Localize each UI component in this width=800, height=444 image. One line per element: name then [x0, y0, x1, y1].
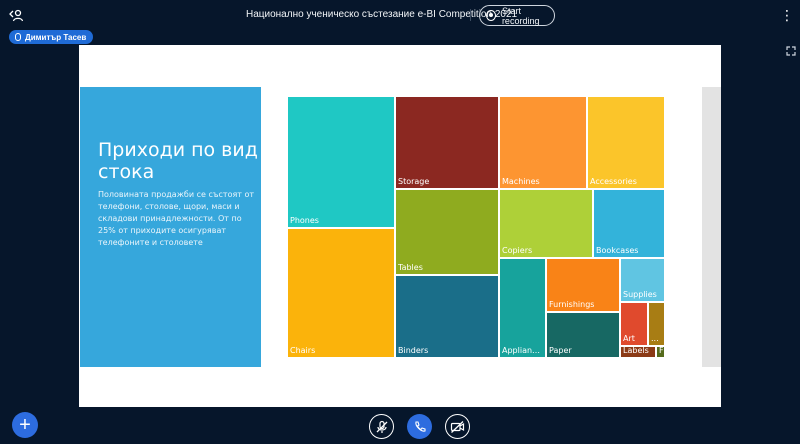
record-icon [486, 10, 496, 21]
treemap-tile-label: Furnishings [549, 300, 595, 309]
start-recording-label: Start recording [501, 5, 540, 26]
treemap-tile-label: ... [651, 334, 659, 343]
treemap-tile: ... [648, 302, 665, 346]
title-divider [470, 9, 471, 21]
treemap-tile: Accessories [587, 96, 665, 189]
treemap-tile-label: Applianc... [502, 346, 544, 355]
treemap-tile-label: Accessories [590, 177, 637, 186]
treemap-tile-label: F... [659, 346, 663, 355]
treemap-tile: Tables [395, 189, 499, 275]
camera-toggle-button[interactable] [445, 414, 470, 439]
treemap-tile-label: Paper [549, 346, 572, 355]
treemap-tile-label: Art [623, 334, 635, 343]
start-recording-button[interactable]: Start recording [479, 5, 555, 26]
treemap-tile-label: Tables [398, 263, 423, 272]
microphone-toggle-button[interactable] [369, 414, 394, 439]
treemap-tile: Applianc... [499, 258, 546, 358]
treemap-tile-label: Machines [502, 177, 540, 186]
participants-toggle-icon[interactable] [9, 8, 23, 22]
microphone-icon [15, 33, 21, 41]
treemap-tile: Machines [499, 96, 587, 189]
treemap-tile-label: Labels [623, 346, 649, 355]
treemap-tile: F... [656, 346, 665, 358]
treemap-tile: Phones [287, 96, 395, 228]
meeting-title: Национално ученическо състезание e-BI Co… [246, 9, 518, 20]
treemap-tile-label: Storage [398, 177, 430, 186]
treemap-tile: Bookcases [593, 189, 665, 258]
treemap-tile-label: Binders [398, 346, 429, 355]
mic-muted-icon [376, 420, 387, 433]
phone-icon [414, 420, 426, 432]
treemap-tile: Copiers [499, 189, 593, 258]
end-call-button[interactable] [407, 414, 432, 439]
slide-edge-strip [702, 87, 721, 367]
add-button[interactable]: + [12, 412, 38, 438]
revenue-treemap: Phones Chairs Storage Tables Binders Machines… [287, 96, 665, 358]
treemap-tile-label: Phones [290, 216, 319, 225]
treemap-tile: Binders [395, 275, 499, 358]
treemap-tile: Paper [546, 312, 620, 358]
slide-heading: Приходи по вид стока [98, 139, 258, 183]
more-options-icon[interactable]: ⋮ [780, 8, 794, 22]
treemap-tile-label: Copiers [502, 246, 533, 255]
treemap-tile: Supplies [620, 258, 665, 302]
speaker-badge: Димитър Тасев [9, 30, 94, 44]
treemap-tile: Chairs [287, 228, 395, 358]
slide-description: Половината продажби се състоят от телефо… [98, 190, 255, 247]
presentation-slide: Приходи по вид стока Половината продажби… [79, 45, 721, 407]
fullscreen-icon[interactable] [786, 46, 796, 56]
treemap-tile: Labels [620, 346, 656, 358]
top-bar: Национално ученическо състезание e-BI Co… [0, 0, 800, 30]
speaker-name: Димитър Тасев [25, 32, 87, 42]
treemap-tile-label: Bookcases [596, 246, 639, 255]
treemap-tile: Furnishings [546, 258, 620, 312]
treemap-tile: Art [620, 302, 648, 346]
treemap-tile-label: Supplies [623, 290, 657, 299]
treemap-tile: Storage [395, 96, 499, 189]
camera-off-icon [450, 420, 465, 433]
treemap-tile-label: Chairs [290, 346, 316, 355]
